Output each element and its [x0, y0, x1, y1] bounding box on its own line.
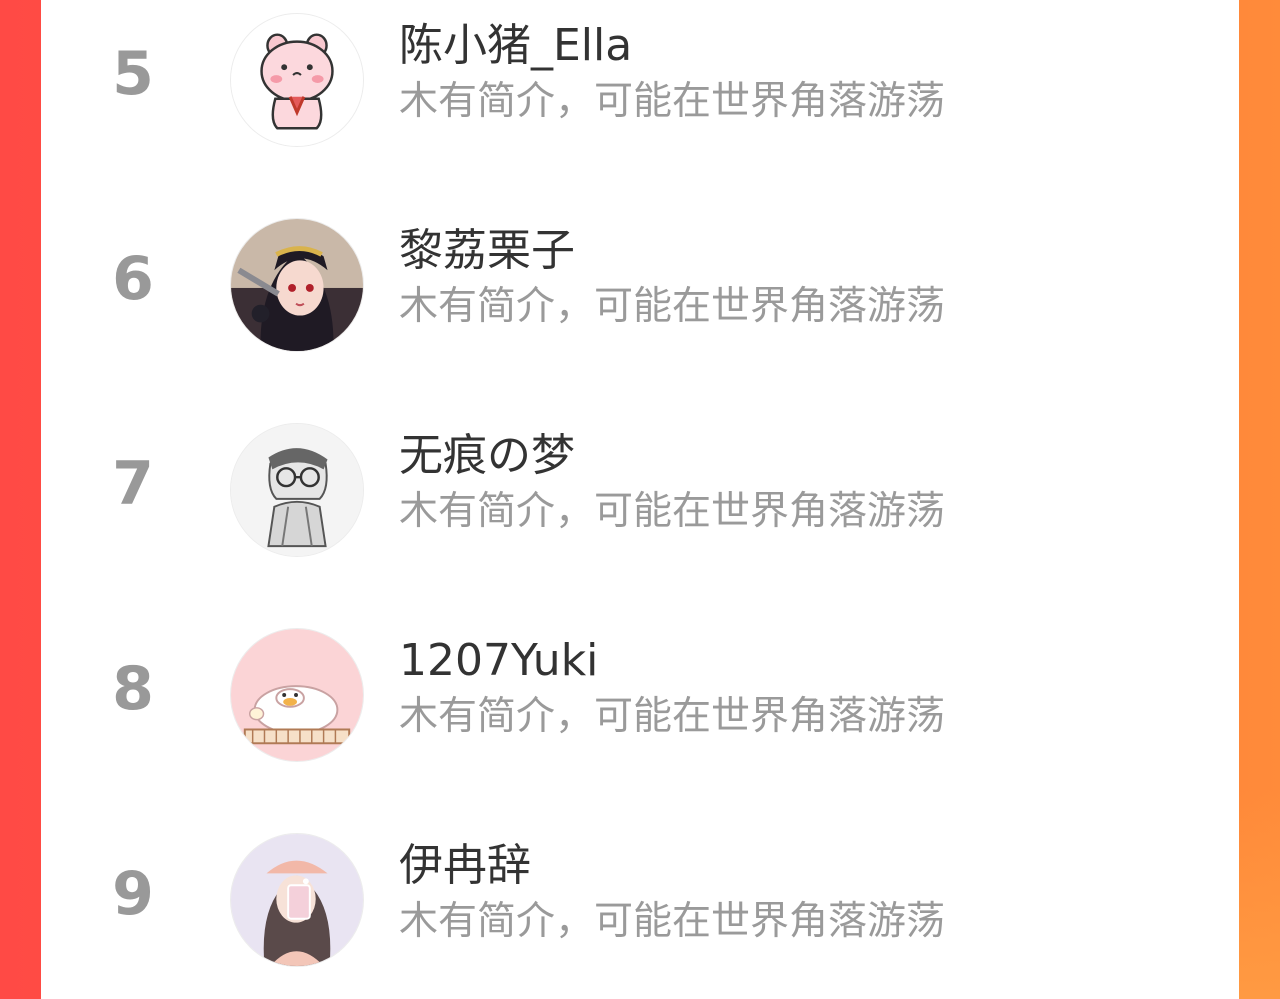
- rank-number: 9: [112, 859, 154, 929]
- user-bio: 木有简介，可能在世界角落游荡: [399, 694, 946, 739]
- ranking-list-panel: 5 陈小猪_Ella 木有简介，可能在世界角落游荡 6 黎荔栗子 木有简介，可能…: [41, 0, 1239, 999]
- user-name[interactable]: 1207Yuki: [399, 633, 598, 689]
- ranking-row[interactable]: 5 陈小猪_Ella 木有简介，可能在世界角落游荡: [41, 0, 1239, 150]
- rank-number: 6: [112, 244, 154, 314]
- anime-girl-avatar-icon[interactable]: [230, 218, 364, 352]
- ranking-row[interactable]: 7 无痕の梦 木有简介，可能在世界角落游荡: [41, 410, 1239, 560]
- user-bio: 木有简介，可能在世界角落游荡: [399, 489, 946, 534]
- selfie-girl-avatar-icon[interactable]: [230, 833, 364, 967]
- pink-pig-avatar-icon[interactable]: [230, 13, 364, 147]
- sketch-boy-avatar-icon[interactable]: [230, 423, 364, 557]
- user-bio: 木有简介，可能在世界角落游荡: [399, 79, 946, 124]
- user-name[interactable]: 黎荔栗子: [399, 223, 575, 279]
- rank-number: 8: [112, 654, 154, 724]
- user-bio: 木有简介，可能在世界角落游荡: [399, 284, 946, 329]
- rank-number: 5: [112, 39, 154, 109]
- user-name[interactable]: 无痕の梦: [399, 428, 575, 484]
- background-glow: [1236, 789, 1280, 999]
- ranking-row[interactable]: 6 黎荔栗子 木有简介，可能在世界角落游荡: [41, 205, 1239, 355]
- rank-number: 7: [112, 449, 154, 519]
- user-name[interactable]: 伊冉辞: [399, 838, 531, 894]
- ranking-row[interactable]: 8 1207Yuki 木有简介，可能在世界角落游荡: [41, 615, 1239, 765]
- duck-avatar-icon[interactable]: [230, 628, 364, 762]
- user-name[interactable]: 陈小猪_Ella: [399, 18, 632, 74]
- user-bio: 木有简介，可能在世界角落游荡: [399, 899, 946, 944]
- ranking-row[interactable]: 9 伊冉辞 木有简介，可能在世界角落游荡: [41, 820, 1239, 970]
